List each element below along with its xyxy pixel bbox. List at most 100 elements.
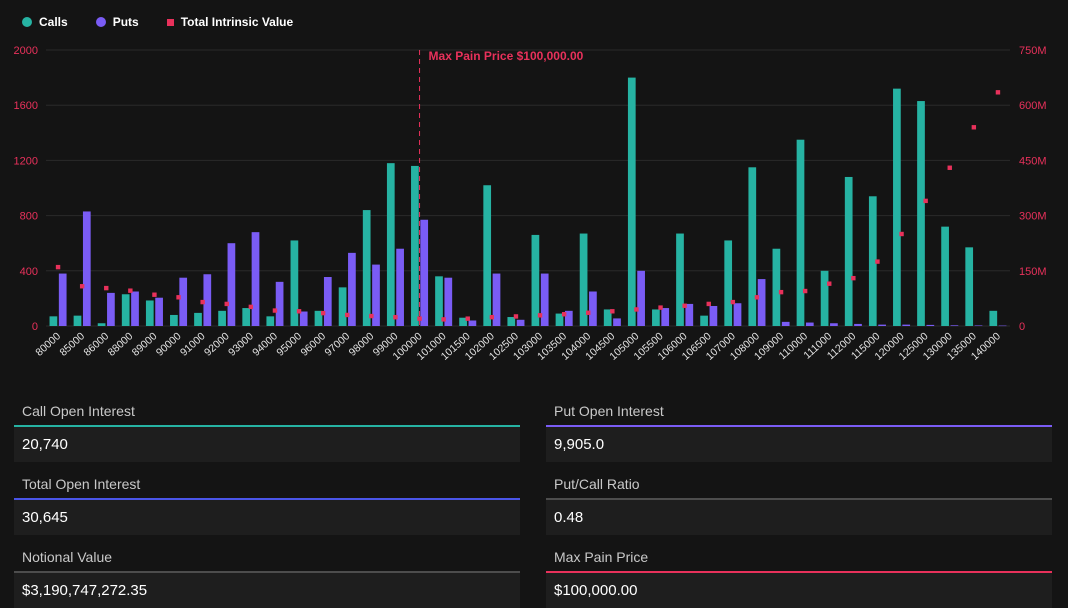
puts-bar xyxy=(854,324,862,326)
puts-bar xyxy=(276,282,284,326)
calls-legend-dot-icon xyxy=(22,17,32,27)
calls-bar xyxy=(797,140,805,326)
calls-bar xyxy=(748,167,756,326)
intrinsic-dot xyxy=(779,290,783,294)
x-axis-label: 94000 xyxy=(250,330,280,359)
intrinsic-dot xyxy=(972,125,976,129)
intrinsic-dot xyxy=(586,311,590,315)
calls-bar xyxy=(411,166,419,326)
calls-bar xyxy=(893,89,901,326)
puts-bar xyxy=(613,318,621,326)
legend-label-calls: Calls xyxy=(39,15,68,29)
puts-bar xyxy=(228,243,236,326)
intrinsic-dot xyxy=(441,317,445,321)
puts-bar xyxy=(999,326,1007,327)
calls-bar xyxy=(170,315,178,326)
puts-bar xyxy=(951,325,959,326)
x-axis-label: 80000 xyxy=(33,330,63,359)
y-axis-left-tick: 1200 xyxy=(14,155,38,167)
calls-bar xyxy=(387,163,395,326)
x-axis-label: 95000 xyxy=(274,330,304,359)
intrinsic-legend-square-icon xyxy=(167,19,174,26)
y-axis-right: 0150M300M450M600M750M xyxy=(1019,45,1047,333)
intrinsic-dot xyxy=(200,300,204,304)
x-axis-label: 86000 xyxy=(82,330,112,359)
calls-bar xyxy=(122,294,130,326)
intrinsic-dot xyxy=(297,309,301,313)
calls-bar xyxy=(74,316,82,326)
intrinsic-dot xyxy=(851,276,855,280)
puts-bar xyxy=(661,308,669,326)
y-axis-right-tick: 450M xyxy=(1019,155,1047,167)
calls-bar xyxy=(218,311,226,326)
puts-bar xyxy=(637,271,645,326)
intrinsic-dot xyxy=(104,286,108,290)
puts-bar xyxy=(902,325,910,326)
puts-bar xyxy=(324,277,332,326)
puts-bar xyxy=(300,312,308,326)
intrinsic-dot xyxy=(466,316,470,320)
puts-bar xyxy=(179,278,187,326)
y-axis-left: 0400800120016002000 xyxy=(14,45,38,333)
stat-label-max-pain-price: Max Pain Price xyxy=(546,542,1052,573)
intrinsic-dot xyxy=(610,309,614,313)
intrinsic-dot xyxy=(152,293,156,297)
x-axis-label: 89000 xyxy=(130,330,160,359)
intrinsic-dot xyxy=(755,295,759,299)
x-axis-label: 97000 xyxy=(323,330,353,359)
puts-bar xyxy=(541,274,549,326)
options-max-pain-dashboard: Calls Puts Total Intrinsic Value 0 400 800… xyxy=(0,0,1068,608)
y-axis-right-tick: 150M xyxy=(1019,266,1047,278)
intrinsic-dot xyxy=(393,315,397,319)
x-axis-label: 96000 xyxy=(298,330,328,359)
intrinsic-dot xyxy=(923,199,927,203)
stat-label-total-open-interest: Total Open Interest xyxy=(14,469,520,500)
legend-label-puts: Puts xyxy=(113,15,139,29)
stats-grid: Call Open Interest20,740 Put Open Interes… xyxy=(0,388,1068,608)
legend-item-calls[interactable]: Calls xyxy=(22,15,68,29)
stat-label-notional-value: Notional Value xyxy=(14,542,520,573)
calls-bar xyxy=(941,227,949,326)
intrinsic-dot xyxy=(682,304,686,308)
calls-bar xyxy=(773,249,781,326)
calls-bar xyxy=(50,316,58,326)
max-pain-chart-canvas[interactable]: 04008001200160020000150M300M450M600M750M… xyxy=(0,36,1068,388)
puts-bar xyxy=(734,303,742,326)
intrinsic-dot xyxy=(899,232,903,236)
x-axis-label: 93000 xyxy=(226,330,256,359)
calls-bar xyxy=(989,311,997,326)
intrinsic-dot xyxy=(490,315,494,319)
puts-bar xyxy=(396,249,404,326)
x-axis-labels: 8000085000860008800089000900009100092000… xyxy=(33,330,1003,362)
puts-bar xyxy=(830,323,838,326)
stat-label-call-open-interest: Call Open Interest xyxy=(14,396,520,427)
max-pain-chart[interactable]: 04008001200160020000150M300M450M600M750M… xyxy=(0,36,1068,388)
intrinsic-dot xyxy=(538,313,542,317)
puts-bar xyxy=(517,320,525,326)
y-axis-left-tick: 0 xyxy=(32,321,38,333)
calls-bar xyxy=(628,78,636,326)
stat-value-put-call-ratio: 0.48 xyxy=(546,500,1052,535)
intrinsic-dot xyxy=(562,312,566,316)
calls-bar xyxy=(917,101,925,326)
calls-bar xyxy=(532,235,540,326)
puts-bar xyxy=(252,232,260,326)
stat-label-put-open-interest: Put Open Interest xyxy=(546,396,1052,427)
calls-bar xyxy=(724,240,732,326)
stat-value-call-open-interest: 20,740 xyxy=(14,427,520,462)
legend-item-puts[interactable]: Puts xyxy=(96,15,139,29)
calls-bar xyxy=(98,323,106,326)
legend-label-intrinsic: Total Intrinsic Value xyxy=(181,15,293,29)
y-axis-right-tick: 750M xyxy=(1019,45,1047,57)
y-axis-right-tick: 600M xyxy=(1019,100,1047,112)
y-axis-left-tick: 400 xyxy=(20,266,38,278)
intrinsic-dot xyxy=(176,295,180,299)
puts-bar xyxy=(131,292,139,327)
intrinsic-dot xyxy=(128,288,132,292)
calls-bar xyxy=(652,309,660,326)
puts-bar xyxy=(420,220,428,326)
legend-item-intrinsic[interactable]: Total Intrinsic Value xyxy=(167,15,293,29)
stat-put-call-ratio: Put/Call Ratio0.48 xyxy=(546,469,1052,535)
y-axis-right-tick: 0 xyxy=(1019,321,1025,333)
x-axis-label: 90000 xyxy=(154,330,184,359)
